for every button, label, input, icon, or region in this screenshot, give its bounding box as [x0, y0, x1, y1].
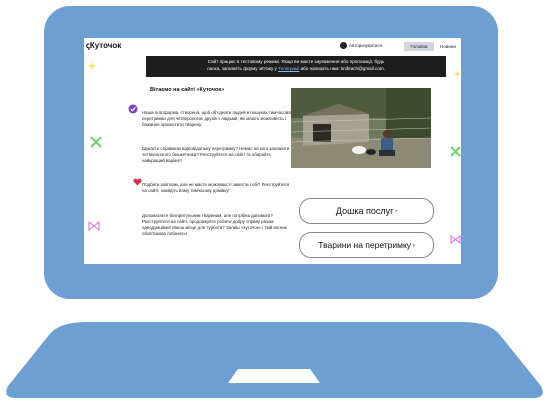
animals-fostering-button[interactable]: Тварини на перетримку › — [299, 232, 434, 258]
star-decoration-icon — [88, 62, 96, 70]
login-label: Авторизуватися — [349, 43, 383, 48]
site-header: ꞔКуточок Авторизуватися Головна Новини — [84, 38, 461, 55]
cross-decoration-icon — [450, 146, 461, 157]
chevron-icon: › — [411, 242, 415, 249]
cross-decoration-icon — [90, 136, 102, 148]
help-paragraph: Допомагаєте безпритульним тваринам, але … — [142, 213, 287, 236]
star-decoration-icon — [454, 70, 461, 78]
test-mode-notice: Сайт працює в тестовому режимі. Якщо ви … — [146, 56, 446, 77]
heart-icon — [133, 178, 142, 186]
check-icon — [128, 104, 138, 114]
trackpad — [228, 369, 320, 383]
services-board-button[interactable]: Дошка послуг › — [299, 198, 434, 224]
nav-main[interactable]: Головна — [404, 42, 434, 51]
search-paragraph: Шукаєте справжню відповідальну перетримк… — [142, 146, 290, 163]
screen: ꞔКуточок Авторизуватися Головна Новини С… — [84, 38, 461, 264]
bow-decoration-icon — [88, 220, 100, 232]
nav-news[interactable]: Новини — [436, 42, 460, 51]
intro-paragraph: Наша платформа, створена, щоб об'єднати … — [142, 110, 292, 127]
bow-decoration-icon — [450, 234, 461, 245]
adopt-paragraph: Подбати звіяткам, але не маєте можливост… — [142, 182, 290, 193]
login-button[interactable]: Авторизуватися — [340, 42, 382, 49]
telegram-link[interactable]: Телеграмі — [278, 66, 299, 71]
notice-line-2: ласка, заповніть форму зв'язку у Телегра… — [206, 65, 385, 71]
user-icon — [340, 42, 347, 49]
welcome-heading: Вітаємо на сайті «Куточок» — [150, 87, 225, 93]
dog-photo — [291, 88, 431, 168]
chevron-icon: › — [393, 208, 398, 215]
site-logo[interactable]: ꞔКуточок — [86, 40, 121, 51]
